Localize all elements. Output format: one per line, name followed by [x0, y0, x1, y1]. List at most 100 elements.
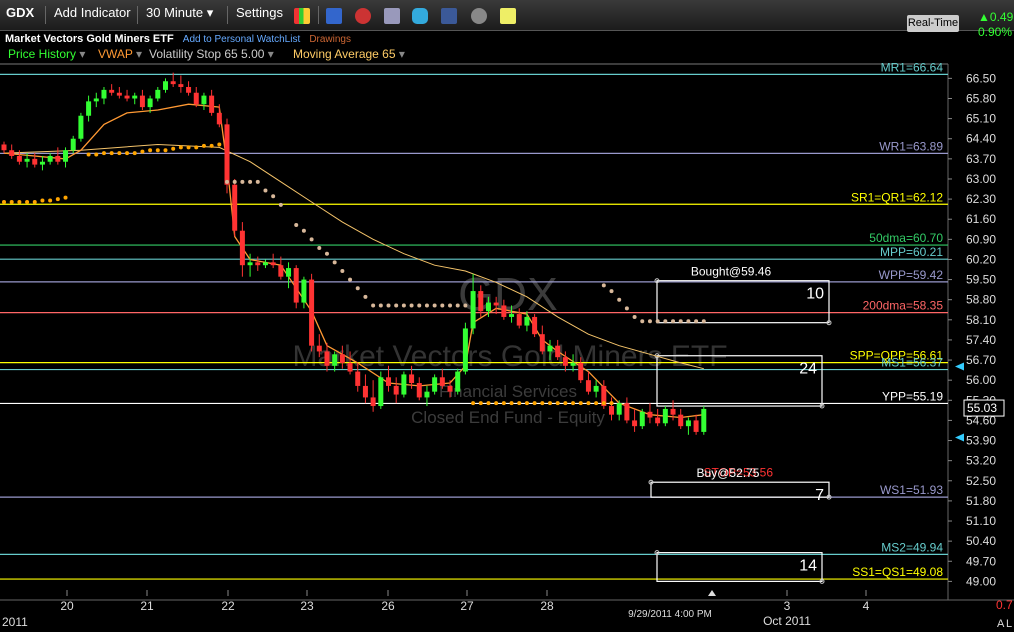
candle-body — [232, 184, 238, 231]
candle-body — [470, 291, 476, 329]
level-label: 50dma=60.70 — [869, 231, 943, 245]
candle-body — [462, 328, 468, 372]
volatility-stop-dot — [417, 303, 422, 308]
candle-body — [132, 95, 138, 99]
volatility-stop-dot — [294, 222, 299, 227]
candle-body — [139, 95, 145, 108]
position-count: 10 — [806, 286, 824, 303]
volatility-stop-dot — [686, 319, 691, 324]
volatility-stop-dot — [501, 401, 506, 406]
candle-body — [239, 230, 245, 266]
y-tick-label: 58.10 — [966, 313, 996, 327]
candle-body — [216, 112, 222, 125]
volatility-stop-dot — [409, 303, 414, 308]
candle-body — [9, 150, 15, 156]
y-tick-label: 62.30 — [966, 192, 996, 206]
candle-body — [455, 371, 461, 392]
volatility-stop-dot — [17, 199, 22, 204]
candle-body — [316, 345, 322, 352]
volatility-stop-dot — [232, 179, 237, 184]
candle-body — [209, 95, 215, 113]
volatility-stop-dot — [371, 303, 376, 308]
volatility-stop-dot — [201, 143, 206, 148]
candle-body — [386, 377, 391, 386]
volatility-stop-dot — [394, 303, 399, 308]
volatility-stop-dot — [63, 195, 68, 200]
y-tick-label: 56.00 — [966, 373, 996, 387]
volatility-stop-dot — [378, 303, 383, 308]
volatility-stop-dot — [355, 286, 360, 291]
candle-body — [570, 362, 576, 366]
y-tick-label: 51.80 — [966, 494, 996, 508]
candle-body — [401, 374, 407, 395]
x-tick-label: 27 — [460, 599, 474, 613]
candle-body — [116, 92, 122, 96]
y-tick-label: 60.20 — [966, 252, 996, 266]
volatility-stop-dot — [125, 151, 130, 156]
volatility-stop-dot — [178, 145, 183, 150]
candle-body — [485, 302, 491, 312]
volatility-stop-dot — [609, 289, 614, 294]
volatility-stop-dot — [301, 228, 306, 233]
volatility-stop-dot — [601, 283, 606, 288]
volatility-stop-dot — [701, 319, 706, 324]
y-tick-label: 53.90 — [966, 434, 996, 448]
price-marker-icon — [955, 433, 964, 442]
level-label: YPP=55.19 — [882, 389, 943, 403]
volatility-stop-dot — [632, 314, 637, 319]
candle-body — [701, 408, 707, 432]
candle-body — [593, 385, 599, 392]
volatility-stop-dot — [455, 303, 460, 308]
y-tick-label: 65.80 — [966, 91, 996, 105]
volatility-stop-dot — [2, 199, 6, 204]
volatility-stop-dot — [309, 237, 314, 242]
candle-body — [86, 101, 92, 116]
candle-body — [416, 383, 422, 398]
candle-body — [155, 89, 161, 99]
x-cursor-marker — [708, 590, 716, 596]
volatility-stop-dot — [663, 319, 668, 324]
candle-body — [516, 314, 522, 326]
volatility-stop-dot — [109, 151, 114, 156]
volatility-stop-dot — [586, 401, 591, 406]
x-month-label: Oct 2011 — [763, 614, 811, 628]
volatility-stop-dot — [101, 151, 106, 156]
candle-body — [224, 124, 230, 185]
level-label: MR1=66.64 — [881, 60, 944, 74]
volatility-stop-dot — [209, 143, 214, 148]
candle-body — [670, 408, 676, 415]
candle-body — [524, 316, 530, 326]
y-tick-label: 49.70 — [966, 554, 996, 568]
volatility-stop-dot — [194, 145, 199, 150]
position-box — [656, 280, 830, 324]
candle-body — [178, 84, 184, 87]
volatility-stop-dot — [163, 148, 168, 153]
candle-body — [362, 385, 368, 398]
price-chart[interactable]: GDX Market Vectors Gold Miners ETF Finan… — [0, 0, 1014, 632]
volatility-stop-dot — [424, 303, 429, 308]
candle-body — [162, 81, 168, 90]
volatility-stop-dot — [655, 319, 660, 324]
volatility-stop-dot — [348, 277, 353, 282]
candle-body — [355, 371, 361, 386]
candle-body — [286, 268, 292, 277]
candle-body — [424, 391, 430, 398]
candle-body — [547, 345, 553, 352]
volatility-stop-dot — [624, 306, 629, 311]
x-tick-label: 21 — [140, 599, 154, 613]
candle-body — [478, 291, 484, 312]
candle-body — [309, 279, 315, 346]
candle-body — [509, 314, 515, 317]
candle-body — [555, 345, 561, 358]
level-label: 200dma=58.35 — [863, 299, 944, 313]
candle-body — [47, 155, 53, 162]
y-tick-label: 53.20 — [966, 454, 996, 468]
y-tick-label: 60.90 — [966, 232, 996, 246]
y-tick-label: 61.60 — [966, 212, 996, 226]
candle-body — [255, 262, 261, 266]
candle-body — [70, 138, 76, 151]
volatility-stop-dot — [524, 401, 529, 406]
volatility-stop-dot — [271, 194, 276, 199]
candle-body — [301, 279, 307, 303]
volatility-stop-dot — [578, 401, 583, 406]
